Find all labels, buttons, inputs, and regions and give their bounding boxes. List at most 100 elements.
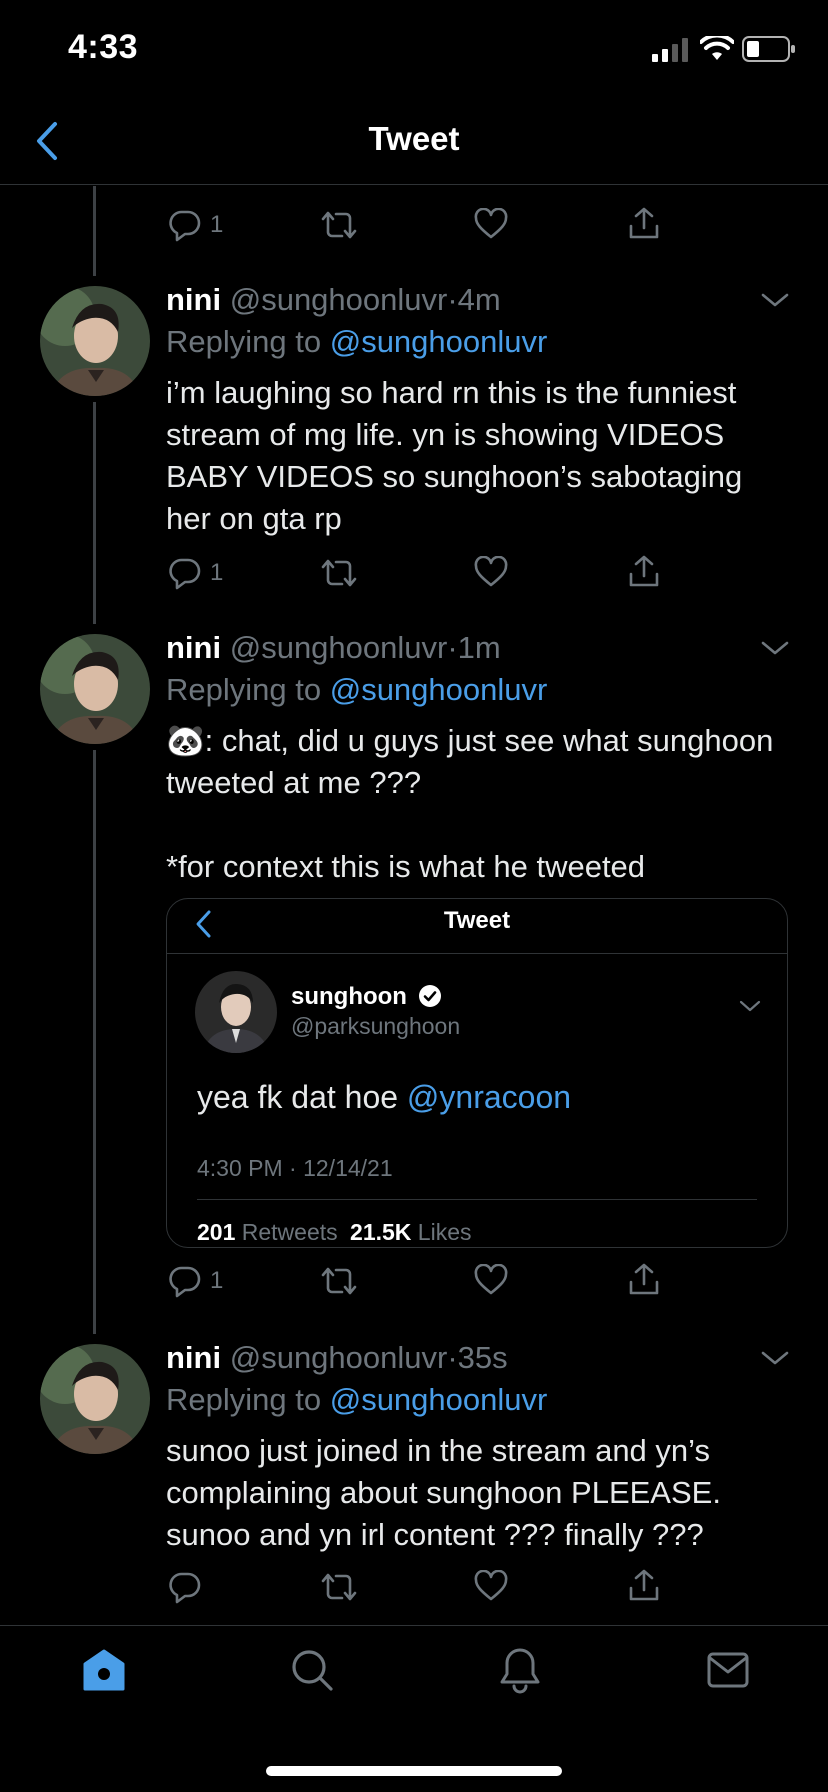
reply-icon (169, 1266, 201, 1298)
reply-count: 1 (210, 211, 224, 238)
share-button[interactable] (628, 206, 660, 240)
retweet-button[interactable] (320, 1264, 358, 1298)
replying-prefix: Replying to (166, 672, 322, 707)
reply-button[interactable]: 1 (168, 556, 223, 590)
like-button[interactable] (474, 556, 508, 588)
replying-prefix: Replying to (166, 324, 322, 359)
retweet-icon (321, 211, 357, 239)
chevron-down-icon (761, 641, 789, 655)
reply-count: 1 (210, 559, 224, 586)
like-button[interactable] (474, 208, 508, 240)
verified-badge-icon (418, 985, 441, 1007)
tweet-header: nini @sunghoonluvr·4m (166, 282, 501, 318)
like-button[interactable] (474, 1264, 508, 1296)
panda-emoji: 🐼 (166, 723, 205, 758)
nav-divider (0, 184, 828, 185)
separator-dot: · (447, 1340, 458, 1375)
signal-icon (652, 38, 692, 62)
retweet-button[interactable] (320, 1570, 358, 1604)
user-handle[interactable]: @sunghoonluvr (230, 630, 448, 665)
tweet-menu-button[interactable] (760, 290, 790, 310)
share-icon (629, 207, 659, 239)
messages-icon (707, 1652, 749, 1688)
avatar[interactable] (40, 634, 150, 744)
chevron-down-icon (761, 293, 789, 307)
replying-to: Replying to @sunghoonluvr (166, 1382, 547, 1418)
replying-prefix: Replying to (166, 1382, 322, 1417)
user-handle[interactable]: @sunghoonluvr (230, 282, 448, 317)
page-title: Tweet (368, 120, 460, 157)
heart-icon (474, 208, 508, 239)
heart-icon (474, 556, 508, 587)
tabbar-divider (0, 1625, 828, 1626)
reply-button[interactable]: 1 (168, 1264, 223, 1298)
replying-handle[interactable]: @sunghoonluvr (330, 1382, 548, 1417)
display-name[interactable]: nini (166, 282, 221, 317)
reply-button[interactable] (168, 1570, 202, 1604)
home-indicator[interactable] (266, 1766, 562, 1776)
tweet-time: 1m (457, 630, 501, 665)
embed-avatar (195, 971, 277, 1053)
retweet-icon (321, 559, 357, 587)
embed-text: yea fk dat hoe @ynracoon (197, 1079, 572, 1115)
share-icon (629, 1569, 659, 1601)
notifications-icon (500, 1648, 540, 1694)
tweet-time: 35s (457, 1340, 508, 1375)
tab-search[interactable] (290, 1648, 334, 1692)
heart-icon (474, 1264, 508, 1295)
heart-icon (474, 1570, 508, 1601)
share-button[interactable] (628, 554, 660, 588)
retweet-button[interactable] (320, 556, 358, 590)
replying-handle[interactable]: @sunghoonluvr (330, 324, 548, 359)
reply-button[interactable]: 1 (168, 208, 223, 242)
embedded-tweet-image[interactable]: Tweet sunghoon @parksunghoon yea fk dat … (166, 898, 788, 1248)
thread-line (93, 750, 96, 1334)
tweet-header: nini @sunghoonluvr·35s (166, 1340, 508, 1376)
embed-chevron-down-icon (739, 999, 761, 1013)
separator-dot: · (447, 282, 458, 317)
display-name[interactable]: nini (166, 630, 221, 665)
tweet-menu-button[interactable] (760, 1348, 790, 1368)
tab-messages[interactable] (706, 1650, 750, 1690)
reply-icon (169, 1572, 201, 1604)
embed-display-name: sunghoon (291, 983, 442, 1011)
avatar[interactable] (40, 286, 150, 396)
battery-icon (742, 36, 796, 62)
share-button[interactable] (628, 1568, 660, 1602)
embed-stats: 201 Retweets 21.5K Likes (197, 1219, 472, 1245)
chevron-down-icon (761, 1351, 789, 1365)
tweet-text: sunoo just joined in the stream and yn’s… (166, 1433, 721, 1552)
tab-home[interactable] (82, 1648, 126, 1692)
thread-line (93, 186, 96, 276)
wifi-icon (700, 36, 734, 62)
reply-count: 1 (210, 1267, 224, 1294)
retweet-icon (321, 1267, 357, 1295)
thread-line (93, 402, 96, 624)
avatar[interactable] (40, 1344, 150, 1454)
display-name[interactable]: nini (166, 1340, 221, 1375)
tweet-text: i’m laughing so hard rn this is the funn… (166, 375, 743, 536)
user-handle[interactable]: @sunghoonluvr (230, 1340, 448, 1375)
share-button[interactable] (628, 1262, 660, 1296)
share-icon (629, 1263, 659, 1295)
tweet-text-line2: *for context this is what he tweeted (166, 849, 646, 884)
separator-dot: · (447, 630, 458, 665)
embed-mention: @ynracoon (406, 1079, 572, 1115)
tweet-time: 4m (457, 282, 501, 317)
tweet-text: 🐼: chat, did u guys just see what sungho… (166, 720, 786, 804)
like-button[interactable] (474, 1570, 508, 1602)
reply-icon (169, 558, 201, 590)
tweet-text-line1: : chat, did u guys just see what sunghoo… (166, 723, 774, 800)
home-icon (83, 1649, 125, 1691)
status-time: 4:33 (68, 28, 139, 66)
embed-title: Tweet (443, 907, 511, 934)
embed-divider (167, 953, 787, 954)
retweet-button[interactable] (320, 208, 358, 242)
tweet-menu-button[interactable] (760, 638, 790, 658)
embed-handle: @parksunghoon (291, 1013, 461, 1039)
replying-handle[interactable]: @sunghoonluvr (330, 672, 548, 707)
search-icon (292, 1650, 333, 1691)
tab-notifications[interactable] (498, 1646, 542, 1694)
tweet-header: nini @sunghoonluvr·1m (166, 630, 501, 666)
embed-timestamp: 4:30 PM · 12/14/21 (197, 1155, 393, 1181)
